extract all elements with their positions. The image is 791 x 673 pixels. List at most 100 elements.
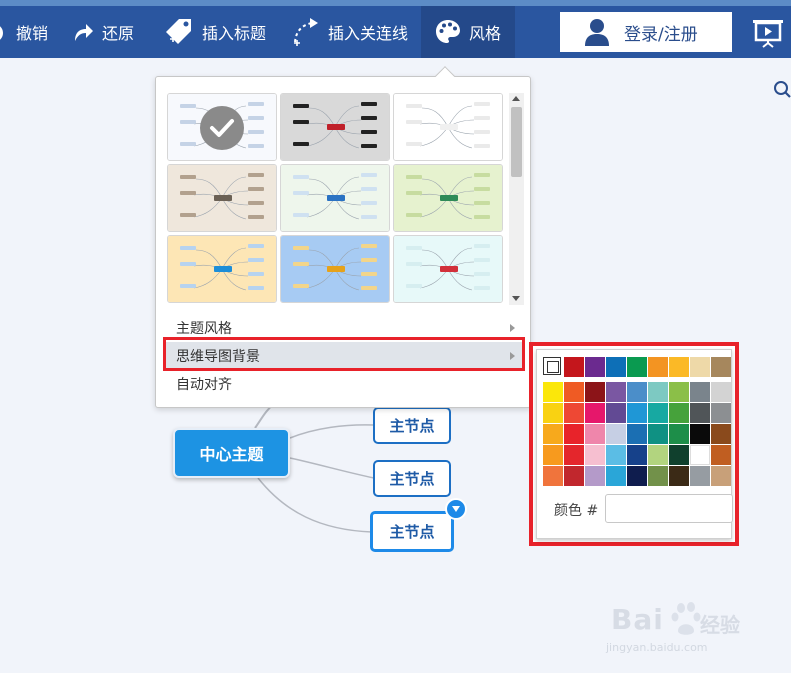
color-swatch[interactable] xyxy=(690,382,710,402)
color-swatch[interactable] xyxy=(606,466,626,486)
color-swatch[interactable] xyxy=(690,445,710,465)
color-swatch[interactable] xyxy=(648,424,668,444)
color-swatch[interactable] xyxy=(543,403,563,423)
color-swatch[interactable] xyxy=(564,424,584,444)
color-swatch[interactable] xyxy=(543,466,563,486)
color-swatch[interactable] xyxy=(711,382,731,402)
color-picker-annotation-frame: 颜色 # xyxy=(529,342,739,546)
auto-align-label: 自动对齐 xyxy=(176,377,232,393)
submenu-arrow-icon xyxy=(510,324,515,332)
watermark-jingyan-text: 经验 xyxy=(700,613,740,637)
color-swatch[interactable] xyxy=(648,445,668,465)
theme-thumbnail[interactable] xyxy=(280,235,390,303)
color-swatch[interactable] xyxy=(627,403,647,423)
color-swatch[interactable] xyxy=(627,445,647,465)
color-swatch[interactable] xyxy=(627,466,647,486)
color-swatch[interactable] xyxy=(543,445,563,465)
color-swatch[interactable] xyxy=(690,466,710,486)
theme-preview-image xyxy=(394,165,502,231)
main-node-label: 主节点 xyxy=(389,523,435,541)
node-collapse-toggle[interactable] xyxy=(445,498,467,520)
color-swatch[interactable] xyxy=(585,357,605,377)
color-swatch[interactable] xyxy=(606,445,626,465)
color-swatch[interactable] xyxy=(585,466,605,486)
theme-thumbnail[interactable] xyxy=(393,93,503,161)
central-topic-label: 中心主题 xyxy=(199,445,264,464)
style-dropdown: 主题风格 思维导图背景 自动对齐 xyxy=(155,66,531,408)
color-swatch[interactable] xyxy=(606,424,626,444)
color-swatch[interactable] xyxy=(564,357,584,377)
main-node-selected[interactable]: 主节点 xyxy=(370,511,454,552)
color-swatch[interactable] xyxy=(669,382,689,402)
color-swatch[interactable] xyxy=(564,382,584,402)
color-swatch[interactable] xyxy=(564,466,584,486)
color-swatch[interactable] xyxy=(627,382,647,402)
color-swatch[interactable] xyxy=(606,357,626,377)
color-swatch[interactable] xyxy=(648,466,668,486)
watermark-url: jingyan.baidu.com xyxy=(606,641,708,654)
color-swatch[interactable] xyxy=(606,382,626,402)
color-swatch[interactable] xyxy=(690,424,710,444)
theme-preview-image xyxy=(168,236,276,302)
color-swatch[interactable] xyxy=(564,403,584,423)
color-swatch[interactable] xyxy=(606,403,626,423)
scroll-thumb[interactable] xyxy=(511,107,522,177)
theme-preview-image xyxy=(281,94,389,160)
color-swatch[interactable] xyxy=(648,357,668,377)
color-swatch[interactable] xyxy=(585,424,605,444)
theme-preview-image xyxy=(394,236,502,302)
color-picker: 颜色 # xyxy=(536,349,733,539)
color-swatch[interactable] xyxy=(690,403,710,423)
theme-preview-image xyxy=(281,236,389,302)
theme-thumbnail[interactable] xyxy=(393,235,503,303)
submenu-arrow-icon xyxy=(510,352,515,360)
menu-item-background[interactable]: 思维导图背景 xyxy=(165,342,523,370)
color-hex-input[interactable] xyxy=(605,494,733,523)
scroll-up-arrow[interactable] xyxy=(512,96,520,101)
theme-thumbnail[interactable] xyxy=(280,164,390,232)
color-swatch[interactable] xyxy=(585,382,605,402)
color-swatch[interactable] xyxy=(711,357,731,377)
theme-thumbnail[interactable] xyxy=(167,164,277,232)
watermark-baidu-text: Bai xyxy=(611,603,664,636)
color-swatch[interactable] xyxy=(543,424,563,444)
color-swatch[interactable] xyxy=(648,382,668,402)
theme-thumbnail[interactable] xyxy=(393,164,503,232)
color-swatch[interactable] xyxy=(669,445,689,465)
background-label: 思维导图背景 xyxy=(176,349,260,365)
no-color-swatch[interactable] xyxy=(543,357,561,375)
theme-thumbnail[interactable] xyxy=(167,235,277,303)
theme-preview-image xyxy=(168,165,276,231)
main-node[interactable]: 主节点 xyxy=(373,460,451,497)
color-swatch[interactable] xyxy=(711,403,731,423)
theme-thumbnail-grid xyxy=(167,93,504,305)
color-hex-label: 颜色 # xyxy=(554,503,599,519)
menu-item-theme-style[interactable]: 主题风格 xyxy=(165,314,523,342)
checkmark-icon xyxy=(200,106,244,150)
color-swatch[interactable] xyxy=(585,445,605,465)
color-swatch[interactable] xyxy=(669,424,689,444)
menu-item-auto-align[interactable]: 自动对齐 xyxy=(165,370,523,398)
thumbnail-scrollbar[interactable] xyxy=(509,93,524,305)
color-swatch[interactable] xyxy=(711,466,731,486)
color-swatch[interactable] xyxy=(648,403,668,423)
scroll-down-arrow[interactable] xyxy=(512,296,520,301)
main-node-label: 主节点 xyxy=(389,417,435,435)
main-node-label: 主节点 xyxy=(389,470,435,488)
theme-thumbnail[interactable] xyxy=(167,93,277,161)
main-node[interactable]: 主节点 xyxy=(373,407,451,444)
color-swatch[interactable] xyxy=(627,424,647,444)
color-swatch[interactable] xyxy=(543,382,563,402)
color-swatch[interactable] xyxy=(690,357,710,377)
color-swatch[interactable] xyxy=(564,445,584,465)
color-swatch[interactable] xyxy=(585,403,605,423)
color-swatch[interactable] xyxy=(669,357,689,377)
color-swatch[interactable] xyxy=(669,403,689,423)
color-swatch[interactable] xyxy=(711,424,731,444)
color-swatch[interactable] xyxy=(711,445,731,465)
central-topic-node[interactable]: 中心主题 xyxy=(173,428,290,478)
color-swatch[interactable] xyxy=(669,466,689,486)
color-swatch[interactable] xyxy=(627,357,647,377)
theme-preview-image xyxy=(281,165,389,231)
theme-thumbnail[interactable] xyxy=(280,93,390,161)
